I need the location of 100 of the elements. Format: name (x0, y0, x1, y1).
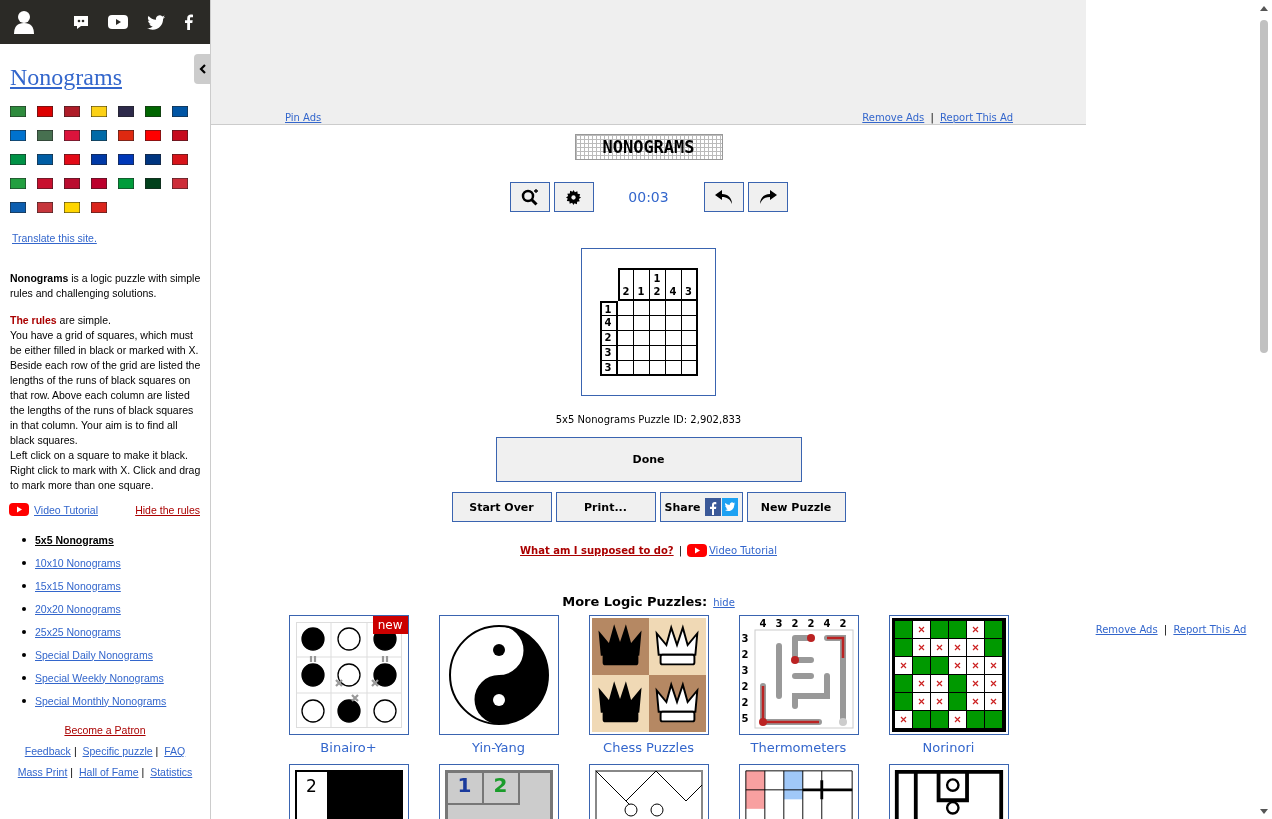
grid-cell[interactable] (681, 331, 698, 346)
share-button[interactable]: Share (659, 492, 743, 522)
hide-link[interactable]: hide (713, 597, 735, 608)
flag-icon[interactable] (118, 178, 134, 189)
grid-cell[interactable] (617, 361, 634, 376)
grid-cell[interactable] (633, 361, 650, 376)
puzzle-name-link[interactable]: Chess Puzzles (603, 740, 694, 756)
remove-ads-link[interactable]: Remove Ads (1095, 624, 1158, 635)
video-tutorial-link[interactable]: Video Tutorial (709, 545, 777, 556)
grid-cell[interactable] (617, 331, 634, 346)
puzzle-type-link[interactable]: 20x20 Nonograms (35, 602, 121, 615)
chevron-left-icon (198, 64, 206, 74)
puzzle-name-link[interactable]: Norinori (922, 740, 975, 756)
footer-link[interactable]: Statistics (150, 766, 193, 778)
row-clue: 3 (741, 633, 748, 644)
grid-cell[interactable] (665, 331, 682, 346)
column-clue: 2 (791, 618, 798, 629)
grid-cell[interactable] (665, 346, 682, 361)
flag-icon[interactable] (10, 154, 26, 165)
grid-cell[interactable] (681, 346, 698, 361)
column-clue: 2 (807, 618, 814, 629)
footer-link[interactable]: Feedback (24, 745, 71, 757)
grid-cell[interactable] (649, 331, 666, 346)
puzzle-type-link[interactable]: 5x5 Nonograms (35, 533, 114, 546)
grid-cell[interactable] (649, 361, 666, 376)
help-link[interactable]: What am I supposed to do? (520, 545, 674, 556)
footer-link[interactable]: Specific puzzle (82, 745, 153, 757)
grid-cell[interactable] (665, 316, 682, 331)
grid-cell[interactable] (617, 301, 634, 316)
grid-cell[interactable] (681, 301, 698, 316)
puzzle-thumbnail[interactable]: 2 (288, 764, 409, 819)
footer-link[interactable]: FAQ (164, 745, 186, 757)
action-button[interactable]: Print... (555, 492, 656, 522)
settings-button[interactable] (553, 182, 594, 212)
flag-icon[interactable] (64, 202, 80, 213)
puzzle-type-link[interactable]: Special Weekly Nonograms (35, 671, 164, 684)
action-button[interactable]: New Puzzle (746, 492, 846, 522)
puzzle-name-link[interactable]: Thermometers (750, 740, 847, 756)
grid-cell[interactable] (617, 346, 634, 361)
grid-cell[interactable] (649, 316, 666, 331)
action-button[interactable]: Start Over (451, 492, 552, 522)
grid-cell[interactable] (681, 361, 698, 376)
puzzle-name-link[interactable]: Yin-Yang (471, 740, 526, 756)
report-ad-link[interactable]: Report This Ad (1173, 624, 1247, 635)
puzzle-thumbnail[interactable] (438, 615, 559, 735)
grid-cell[interactable] (649, 301, 666, 316)
grid-cell[interactable] (665, 361, 682, 376)
separator: | (155, 745, 159, 757)
grid-cell[interactable] (665, 301, 682, 316)
site-title-link[interactable]: Nonograms (10, 64, 122, 91)
grid-cell[interactable] (633, 316, 650, 331)
redo-button[interactable] (747, 182, 788, 212)
puzzle-type-link[interactable]: 15x15 Nonograms (35, 579, 121, 592)
row-clue: 2 (741, 649, 748, 660)
report-ad-link[interactable]: Report This Ad (940, 112, 1013, 123)
patron-link[interactable]: Become a Patron (64, 724, 146, 736)
rules-text: Left click on a square to make it black. Right click to mark with X. Click and drag to mark more than one square. (10, 448, 202, 493)
bird-icon (721, 498, 738, 516)
puzzle-thumbnail[interactable]: 4 3 2 2 4 2 3 2 3 2 2 5 (738, 615, 859, 735)
play-icon[interactable] (108, 15, 128, 29)
scroll-up-icon[interactable] (1260, 6, 1268, 11)
row-clue: 1 (599, 301, 618, 316)
zoom-button[interactable] (509, 182, 550, 212)
grid-cell[interactable] (633, 346, 650, 361)
grid-cell[interactable] (681, 316, 698, 331)
remove-ads-link[interactable]: Remove Ads (862, 112, 925, 123)
grid-cell[interactable] (633, 301, 650, 316)
hide-rules-link[interactable]: Hide the rules (135, 503, 200, 516)
grid-cell[interactable] (617, 316, 634, 331)
rules-text: You have a grid of squares, which must be either filled in black or marked with X. Beside each row of the grid are listed the lengths of the runs of black squares on that row. Above each column are listed the lengths of the runs of black squares in that column. Your aim is to find all black squares. (10, 328, 202, 448)
puzzle-type-link[interactable]: 25x25 Nonograms (35, 625, 121, 638)
translate-link[interactable]: Translate this site. (12, 232, 97, 244)
bird-icon[interactable] (147, 14, 165, 30)
new-badge: new (372, 616, 408, 634)
bullet-icon (22, 652, 26, 657)
flag-icon[interactable] (145, 130, 161, 141)
puzzle-thumbnail[interactable]: new (288, 615, 409, 735)
footer-link[interactable]: Hall of Fame (79, 766, 139, 778)
flag-icon[interactable] (91, 106, 107, 117)
footer-link[interactable]: Mass Print (17, 766, 68, 778)
pin-ads-link[interactable]: Pin Ads (285, 112, 322, 123)
grid-cell[interactable] (633, 331, 650, 346)
puzzle-type-link[interactable]: 10x10 Nonograms (35, 556, 121, 569)
puzzle-type-link[interactable]: Special Monthly Nonograms (35, 694, 167, 707)
scrollbar-thumb[interactable] (1260, 20, 1268, 353)
done-button[interactable]: Done (495, 437, 802, 482)
collapse-button[interactable] (194, 54, 210, 84)
puzzle-type-link[interactable]: Special Daily Nonograms (35, 648, 153, 661)
flag-icon[interactable] (10, 178, 26, 189)
row-clue: 2 (741, 697, 748, 708)
scroll-down-icon[interactable] (1260, 809, 1268, 814)
puzzle-name-link[interactable]: Binairo+ (320, 740, 377, 756)
row-clue: 2 (741, 681, 748, 692)
video-tutorial-link[interactable]: Video Tutorial (34, 503, 98, 516)
facebook-icon[interactable] (184, 14, 193, 30)
undo-button[interactable] (703, 182, 744, 212)
user-icon[interactable] (13, 10, 35, 34)
puzzle-thumbnail[interactable]: 1 2 (438, 764, 559, 819)
grid-cell[interactable] (649, 346, 666, 361)
chat-icon[interactable] (73, 14, 89, 30)
